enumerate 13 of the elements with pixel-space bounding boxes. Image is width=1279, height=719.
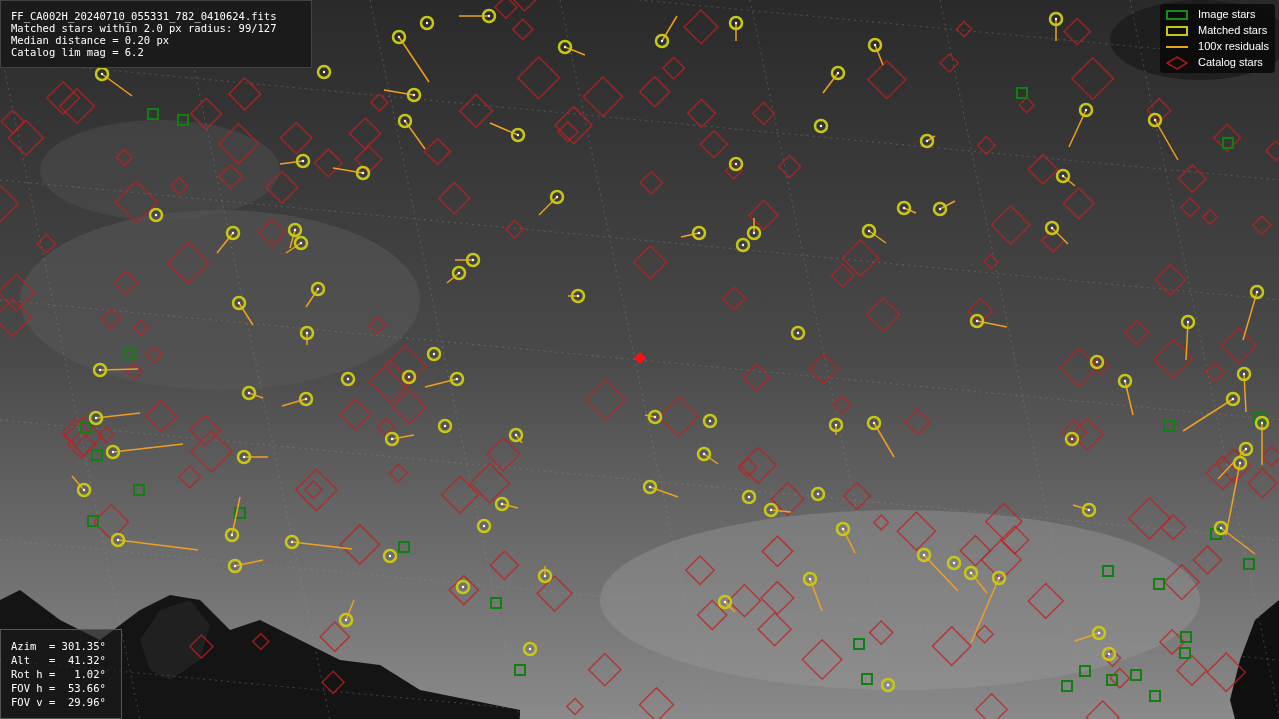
pointing-line: Rot h = 1.02° — [11, 667, 107, 681]
legend-label: Matched stars — [1198, 23, 1268, 39]
legend-label: 100x residuals — [1198, 39, 1269, 55]
info-line: Catalog lim mag = 6.2 — [11, 46, 145, 58]
legend-label: Image stars — [1198, 7, 1256, 23]
pointing-line: FOV v = 29.96° — [11, 695, 107, 709]
info-line: FF_CA002H_20240710_055331_782_0410624.fits — [11, 10, 278, 22]
legend-label: Catalog stars — [1198, 55, 1263, 71]
pointing-line: Azim = 301.35° — [11, 639, 107, 653]
pointing-line: Alt = 41.32° — [11, 653, 107, 667]
info-line: Median distance = 0.20 px — [11, 34, 171, 46]
info-line: Matched stars within 2.0 px radius: 99/127 — [11, 22, 278, 34]
pointing-line: FOV h = 53.66° — [11, 681, 107, 695]
